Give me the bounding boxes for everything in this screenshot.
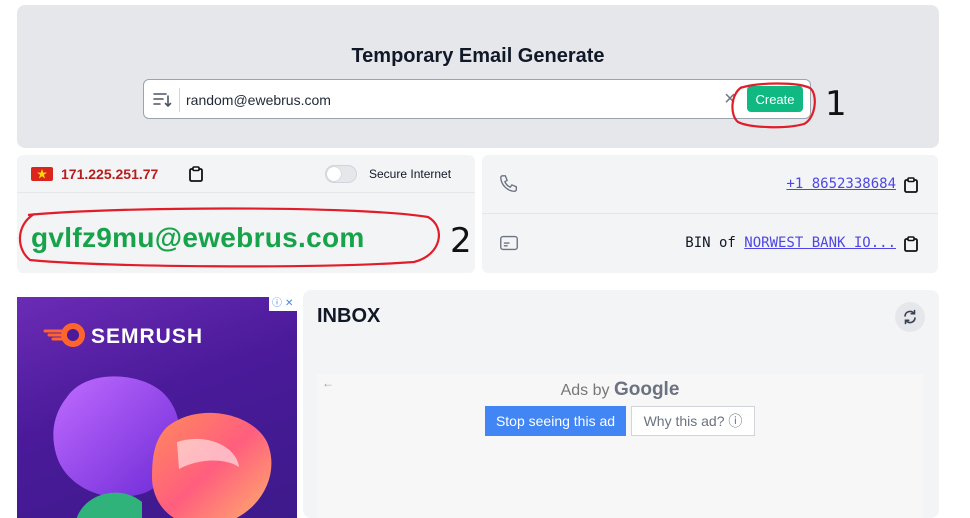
ad-info-icon[interactable]: ⓘ xyxy=(272,297,282,311)
email-input[interactable] xyxy=(186,86,706,114)
google-label: Google xyxy=(613,379,680,400)
session-card: 171.225.251.77 Secure Internet gvlfz9mu@… xyxy=(17,155,475,273)
ad-close-icon[interactable]: ✕ xyxy=(285,297,293,311)
bin-prefix: BIN of xyxy=(685,235,736,251)
sort-icon[interactable] xyxy=(152,91,172,109)
phone-icon xyxy=(500,175,518,193)
why-this-ad-button[interactable]: Why this ad? ⓘ xyxy=(631,406,755,436)
ads-by-label: Ads by xyxy=(560,382,610,399)
clear-icon[interactable]: × xyxy=(720,89,740,109)
divider xyxy=(179,88,180,112)
inbox-panel: INBOX ← Ads by Google Stop seeing this a… xyxy=(303,290,939,518)
vietnam-flag-icon xyxy=(31,167,53,181)
create-button[interactable]: Create xyxy=(747,86,803,112)
email-generator-bar: × Create xyxy=(143,79,811,119)
semrush-ad[interactable]: ⓘ ✕ SEMRUSH xyxy=(17,297,297,518)
ip-address: 171.225.251.77 xyxy=(61,166,159,182)
generator-panel: Temporary Email Generate × Create xyxy=(17,5,939,148)
bin-bank-link[interactable]: NORWEST BANK IO... xyxy=(744,235,896,251)
toggle-knob xyxy=(327,167,341,181)
semrush-logo-icon xyxy=(43,323,85,347)
secure-internet-toggle[interactable] xyxy=(325,165,357,183)
copy-phone-icon[interactable] xyxy=(904,177,918,193)
stop-seeing-ad-button[interactable]: Stop seeing this ad xyxy=(485,406,626,436)
bin-info: BIN of NORWEST BANK IO... xyxy=(685,235,896,251)
ip-row: 171.225.251.77 Secure Internet xyxy=(17,155,475,193)
copy-bin-icon[interactable] xyxy=(904,236,918,252)
info-card: +1 8652338684 BIN of NORWEST BANK IO... xyxy=(482,155,938,273)
inbox-title: INBOX xyxy=(317,305,381,327)
page: Temporary Email Generate × Create 1 171.… xyxy=(0,0,970,518)
google-ad-slot: ← Ads by Google Stop seeing this ad Why … xyxy=(317,374,923,518)
ads-by-google: Ads by Google xyxy=(317,379,923,401)
copy-ip-icon[interactable] xyxy=(189,166,203,182)
phone-number-link[interactable]: +1 8652338684 xyxy=(786,176,896,192)
bin-row: BIN of NORWEST BANK IO... xyxy=(482,214,938,273)
generated-email: gvlfz9mu@ewebrus.com xyxy=(31,222,365,253)
ad-graphic xyxy=(53,376,272,518)
credit-card-icon xyxy=(500,235,518,251)
generator-title: Temporary Email Generate xyxy=(351,45,605,67)
secure-internet-label: Secure Internet xyxy=(369,167,452,181)
refresh-icon xyxy=(904,309,916,325)
semrush-wordmark: SEMRUSH xyxy=(91,325,204,348)
ad-choices-badge[interactable]: ⓘ ✕ xyxy=(269,297,297,311)
phone-row: +1 8652338684 xyxy=(482,155,938,214)
refresh-button[interactable] xyxy=(895,302,925,332)
